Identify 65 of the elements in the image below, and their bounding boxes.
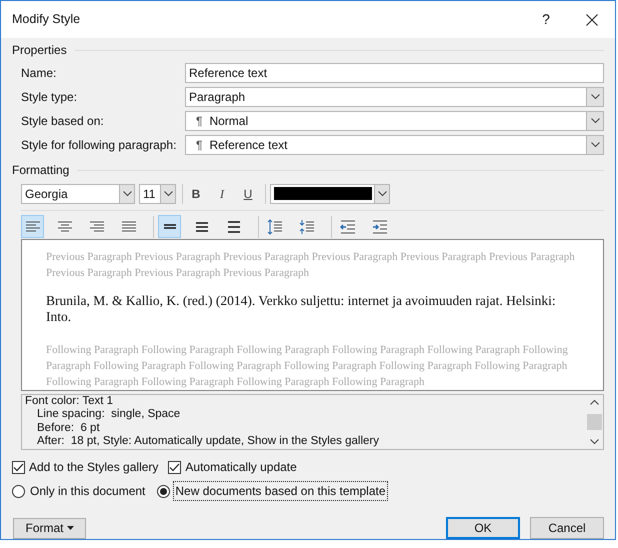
checkbox-label: Add to the Styles gallery bbox=[29, 459, 158, 476]
single-spacing-icon bbox=[164, 224, 176, 230]
bold-button[interactable]: B bbox=[183, 184, 209, 203]
radio-button[interactable] bbox=[12, 484, 25, 498]
field-label: Name: bbox=[21, 65, 58, 82]
ok-button[interactable]: OK bbox=[446, 517, 520, 539]
name-input[interactable]: Reference text bbox=[185, 63, 604, 83]
checkbox[interactable] bbox=[12, 460, 25, 474]
scroll-down-icon bbox=[590, 439, 599, 445]
double-spacing-icon bbox=[228, 220, 240, 233]
description-line: Font color: Text 1 bbox=[25, 394, 114, 408]
italic-button[interactable]: I bbox=[209, 184, 235, 203]
section-heading: Properties bbox=[12, 42, 67, 59]
increase-indent-icon bbox=[372, 218, 388, 235]
caret-icon bbox=[66, 526, 74, 530]
pilcrow-icon: ¶ bbox=[196, 112, 202, 130]
paragraph-format-button[interactable] bbox=[158, 215, 181, 238]
description-line: Line spacing: single, Space bbox=[36, 408, 182, 422]
chevron-down-icon bbox=[590, 142, 600, 148]
radio-label: Only in this document bbox=[29, 483, 146, 500]
format-button[interactable]: Format bbox=[13, 518, 86, 538]
scroll-up-icon bbox=[590, 398, 599, 405]
field-label: Style type: bbox=[21, 89, 78, 106]
paragraph-format-button[interactable] bbox=[21, 215, 44, 238]
chevron-down-icon bbox=[378, 190, 386, 197]
window-title: Modify Style bbox=[12, 11, 82, 28]
field-label: Style based on: bbox=[21, 113, 105, 130]
description-line: After: 18 pt, Style: Automatically update, Show in the Styles gallery bbox=[36, 435, 380, 449]
dropdown[interactable]: Paragraph bbox=[185, 87, 604, 107]
increase-paragraph-spacing-icon bbox=[266, 218, 282, 235]
font-name: Georgia bbox=[24, 186, 69, 203]
chevron-down-icon bbox=[590, 94, 600, 100]
dropdown[interactable]: ¶ Reference text bbox=[185, 135, 604, 155]
cancel-button[interactable]: Cancel bbox=[530, 517, 604, 539]
description-line: Before: 6 pt bbox=[36, 422, 101, 436]
help-button[interactable]: ? bbox=[523, 1, 569, 38]
dropdown-value: Reference text bbox=[209, 137, 288, 154]
check-icon bbox=[13, 462, 24, 472]
section-heading: Formatting bbox=[12, 162, 70, 179]
dropdown-value: Paragraph bbox=[188, 89, 246, 106]
field-label: Style for following paragraph: bbox=[21, 137, 178, 154]
font-size: 11 bbox=[142, 186, 156, 203]
following-paragraph-text: Following Paragraph Following Paragraph Following Paragraph Following Paragraph Following Paragraph Following Paragraph Following Paragraph Following Paragraph Following Paragraph Following Paragraph Following Paragraph Following Paragraph Following Paragraph Following Paragraph Following Paragraph bbox=[46, 342, 569, 390]
dropdown-value: Normal bbox=[209, 113, 250, 130]
scroll-thumb[interactable] bbox=[587, 414, 602, 430]
chevron-down-icon bbox=[122, 190, 132, 197]
chevron-down-icon bbox=[590, 118, 600, 124]
size-dropdown[interactable]: 11 bbox=[139, 184, 176, 204]
radio-label: New documents based on this template bbox=[173, 481, 388, 501]
chevron-down-icon bbox=[164, 190, 172, 197]
dropdown[interactable]: ¶ Normal bbox=[185, 111, 604, 131]
decrease-paragraph-spacing-icon bbox=[298, 218, 314, 235]
pilcrow-icon: ¶ bbox=[196, 136, 202, 154]
font-color-dropdown[interactable] bbox=[270, 184, 390, 204]
font-dropdown[interactable]: Georgia bbox=[21, 184, 135, 204]
close-icon bbox=[586, 14, 598, 26]
decrease-indent-icon bbox=[340, 218, 356, 235]
underline-button[interactable]: U bbox=[235, 184, 261, 203]
previous-paragraph-text: Previous Paragraph Previous Paragraph Previous Paragraph Previous Paragraph Previous Paragraph Previous Paragraph Previous Paragraph Previous Paragraph Previous Paragraph bbox=[46, 250, 576, 281]
sample-text: Brunila, M. & Kallio, K. (red.) (2014). Verkko suljettu: internet ja avoimuuden rajat. Helsinki: Into. bbox=[46, 292, 557, 325]
checkbox[interactable] bbox=[168, 460, 182, 474]
check-icon bbox=[169, 462, 180, 472]
checkbox-label: Automatically update bbox=[185, 459, 297, 476]
radio-button[interactable] bbox=[157, 484, 170, 498]
one-half-spacing-icon bbox=[196, 222, 208, 232]
